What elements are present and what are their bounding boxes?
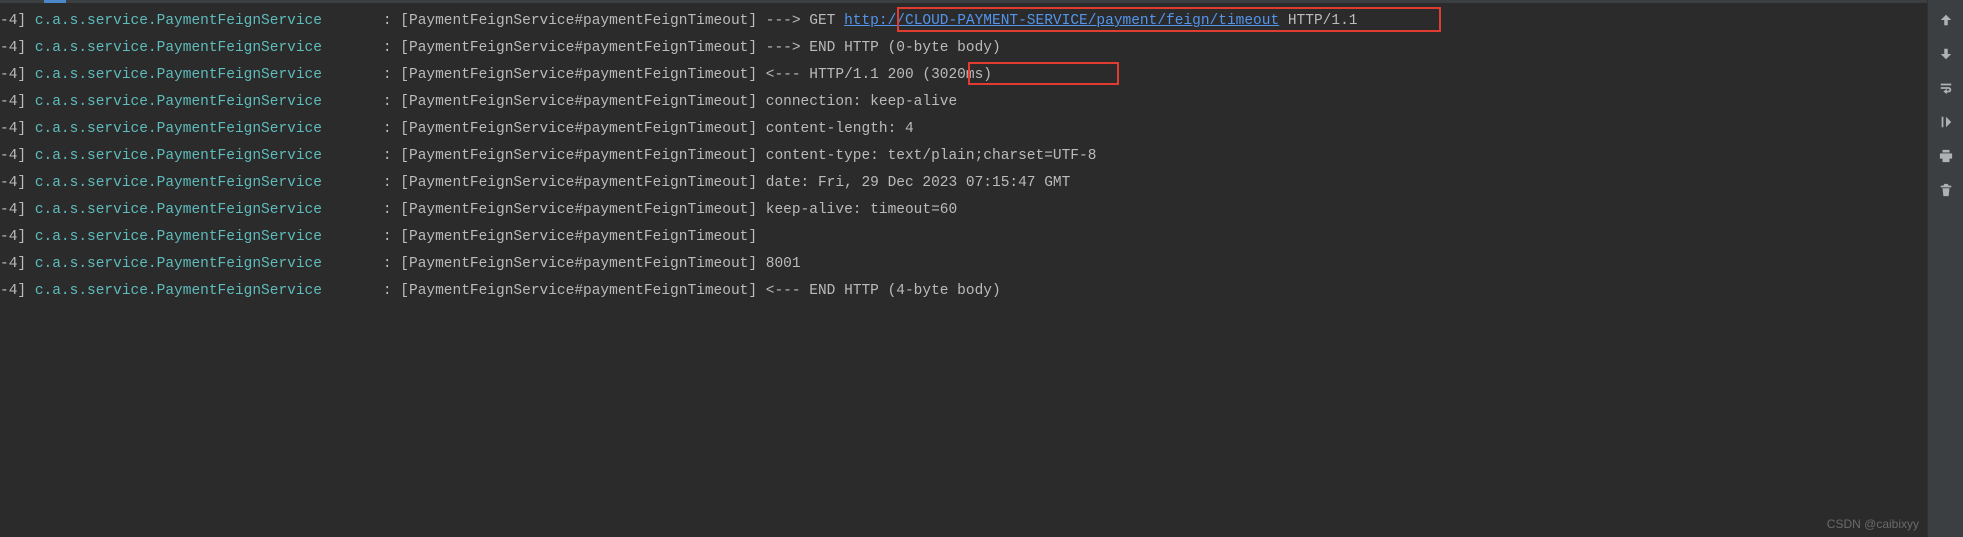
soft-wrap-icon[interactable] [1932,74,1960,102]
logger-name: c.a.s.service.PaymentFeignService [35,13,322,29]
separator: : [322,256,392,272]
logger-name: c.a.s.service.PaymentFeignService [35,175,322,191]
scroll-to-end-icon[interactable] [1932,108,1960,136]
log-message-suffix: HTTP/1.1 [1279,13,1357,29]
trash-icon[interactable] [1932,176,1960,204]
thread-id: -4] [0,13,26,29]
log-line: -4] c.a.s.service.PaymentFeignService : … [0,224,1963,251]
log-message-prefix: [PaymentFeignService#paymentFeignTimeout… [392,40,1001,56]
separator: : [322,283,392,299]
log-line: -4] c.a.s.service.PaymentFeignService : … [0,35,1963,62]
log-line: -4] c.a.s.service.PaymentFeignService : … [0,170,1963,197]
separator: : [322,94,392,110]
separator: : [322,175,392,191]
log-message-prefix: [PaymentFeignService#paymentFeignTimeout… [392,229,766,245]
log-message-prefix: [PaymentFeignService#paymentFeignTimeout… [392,121,914,137]
logger-name: c.a.s.service.PaymentFeignService [35,229,322,245]
logger-name: c.a.s.service.PaymentFeignService [35,148,322,164]
logger-name: c.a.s.service.PaymentFeignService [35,94,322,110]
print-icon[interactable] [1932,142,1960,170]
top-border [0,0,1927,3]
url-link[interactable]: http://CLOUD-PAYMENT-SERVICE/payment/fei… [844,13,1279,29]
log-line: -4] c.a.s.service.PaymentFeignService : … [0,62,1963,89]
logger-name: c.a.s.service.PaymentFeignService [35,121,322,137]
log-console[interactable]: -4] c.a.s.service.PaymentFeignService : … [0,0,1963,305]
separator: : [322,40,392,56]
log-line: -4] c.a.s.service.PaymentFeignService : … [0,197,1963,224]
log-line: -4] c.a.s.service.PaymentFeignService : … [0,89,1963,116]
thread-id: -4] [0,283,26,299]
separator: : [322,67,392,83]
thread-id: -4] [0,256,26,272]
thread-id: -4] [0,40,26,56]
logger-name: c.a.s.service.PaymentFeignService [35,40,322,56]
thread-id: -4] [0,229,26,245]
log-line: -4] c.a.s.service.PaymentFeignService : … [0,116,1963,143]
log-message-prefix: [PaymentFeignService#paymentFeignTimeout… [392,13,844,29]
scroll-up-icon[interactable] [1932,6,1960,34]
side-toolbar [1927,0,1963,537]
scroll-down-icon[interactable] [1932,40,1960,68]
logger-name: c.a.s.service.PaymentFeignService [35,202,322,218]
watermark: CSDN @caibixyy [1827,517,1919,531]
log-message-prefix: [PaymentFeignService#paymentFeignTimeout… [392,148,1097,164]
separator: : [322,202,392,218]
thread-id: -4] [0,121,26,137]
log-message-prefix: [PaymentFeignService#paymentFeignTimeout… [392,175,1071,191]
log-line: -4] c.a.s.service.PaymentFeignService : … [0,8,1963,35]
log-message-prefix: [PaymentFeignService#paymentFeignTimeout… [392,283,1001,299]
thread-id: -4] [0,202,26,218]
thread-id: -4] [0,94,26,110]
thread-id: -4] [0,175,26,191]
top-accent [44,0,66,3]
thread-id: -4] [0,148,26,164]
log-line: -4] c.a.s.service.PaymentFeignService : … [0,251,1963,278]
separator: : [322,13,392,29]
log-message-prefix: [PaymentFeignService#paymentFeignTimeout… [392,256,801,272]
separator: : [322,121,392,137]
thread-id: -4] [0,67,26,83]
separator: : [322,148,392,164]
log-line: -4] c.a.s.service.PaymentFeignService : … [0,278,1963,305]
log-message-prefix: [PaymentFeignService#paymentFeignTimeout… [392,94,958,110]
separator: : [322,229,392,245]
log-message-prefix: [PaymentFeignService#paymentFeignTimeout… [392,202,958,218]
logger-name: c.a.s.service.PaymentFeignService [35,256,322,272]
log-message-prefix: [PaymentFeignService#paymentFeignTimeout… [392,67,992,83]
logger-name: c.a.s.service.PaymentFeignService [35,67,322,83]
log-line: -4] c.a.s.service.PaymentFeignService : … [0,143,1963,170]
logger-name: c.a.s.service.PaymentFeignService [35,283,322,299]
